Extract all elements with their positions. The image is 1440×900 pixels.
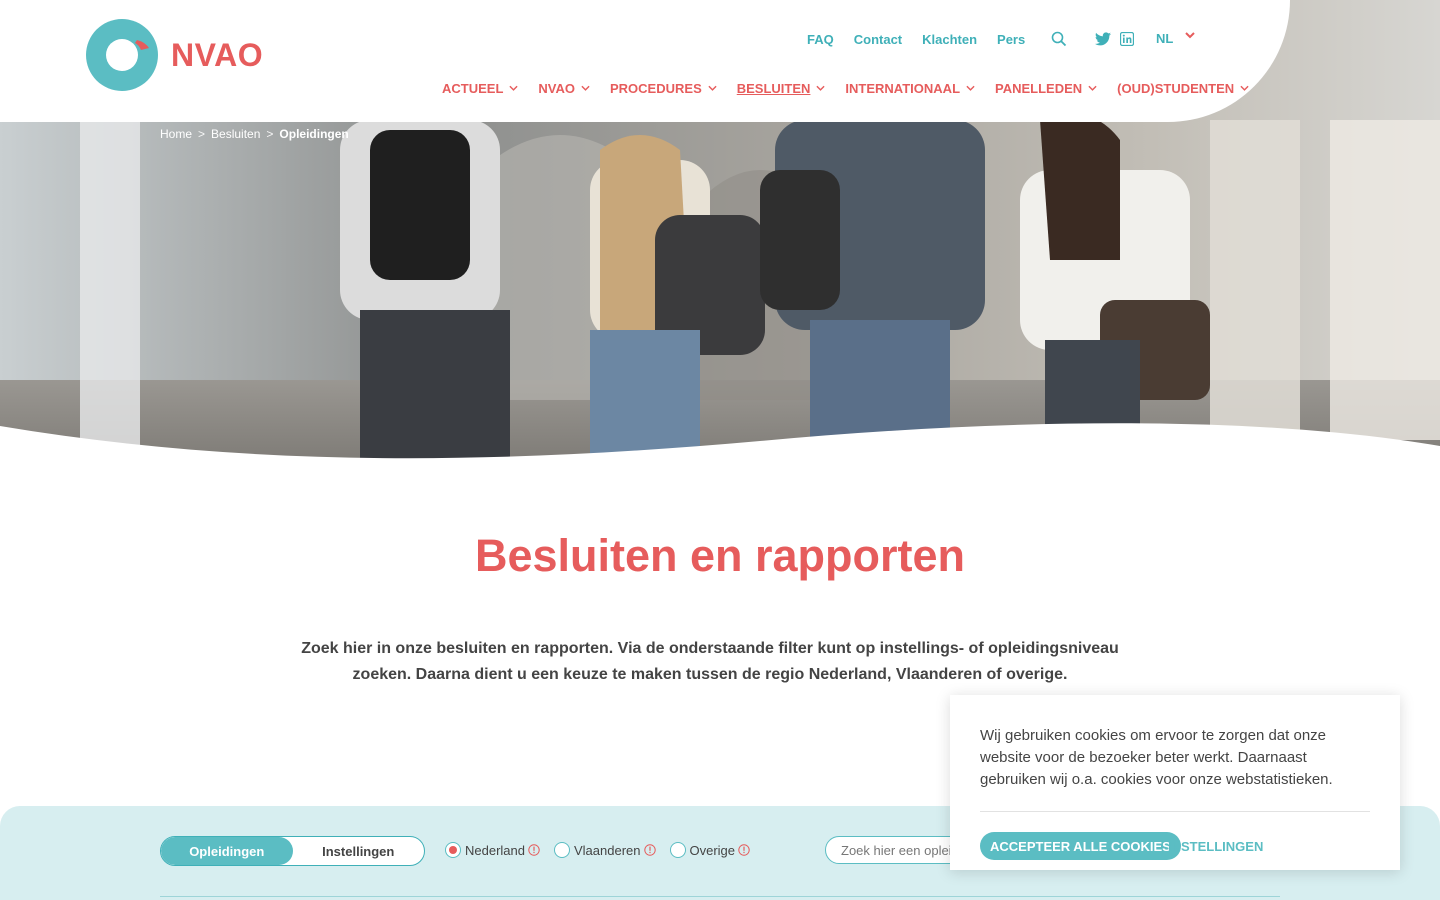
nvao-logo-icon: [86, 19, 158, 91]
divider: [160, 896, 1280, 897]
cookie-text: Wij gebruiken cookies om ervoor te zorge…: [980, 727, 1333, 788]
nav-label: NVAO: [538, 81, 575, 96]
breadcrumb-home[interactable]: Home: [160, 127, 192, 141]
page-title: Besluiten en rapporten: [474, 530, 966, 581]
nav-label: PROCEDURES: [610, 81, 702, 96]
main-navigation: ACTUEEL NVAO PROCEDURES BESLUITEN INTERN…: [442, 81, 1249, 96]
nav-item-internationaal[interactable]: INTERNATIONAAL: [845, 81, 975, 96]
topnav-contact[interactable]: Contact: [854, 32, 902, 47]
nav-item-procedures[interactable]: PROCEDURES: [610, 81, 717, 96]
region-radios: Nederland Vlaanderen Overige: [445, 842, 764, 858]
chevron-down-icon: [1088, 85, 1097, 91]
top-navigation: FAQ Contact Klachten Pers: [807, 30, 1136, 48]
breadcrumb-besluiten[interactable]: Besluiten: [211, 127, 260, 141]
info-icon[interactable]: [738, 844, 750, 856]
chevron-down-icon: [708, 85, 717, 91]
search-icon[interactable]: [1050, 30, 1068, 48]
nav-label: BESLUITEN: [736, 81, 811, 96]
nav-item-nvao[interactable]: NVAO: [538, 81, 590, 96]
logo[interactable]: NVAO: [85, 18, 263, 92]
toggle-instellingen[interactable]: Instellingen: [293, 837, 425, 865]
cookie-banner: Wij gebruiken cookies om ervoor te zorge…: [950, 695, 1400, 870]
radio-label: Nederland: [465, 842, 525, 858]
cookie-settings-link[interactable]: INSTELLINGEN: [1168, 839, 1263, 854]
radio-button[interactable]: [669, 842, 686, 858]
accept-cookies-button[interactable]: ACCEPTEER ALLE COOKIES: [980, 832, 1181, 860]
nav-label: INTERNATIONAAL: [845, 81, 961, 96]
nav-item-oudstudenten[interactable]: (OUD)STUDENTEN: [1117, 81, 1249, 96]
chevron-down-icon: [581, 85, 590, 91]
type-toggle: Opleidingen Instellingen: [160, 836, 425, 866]
breadcrumb: Home > Besluiten > Opleidingen: [160, 127, 349, 141]
radio-overige[interactable]: Overige: [669, 842, 751, 858]
radio-button-selected[interactable]: [445, 842, 461, 858]
chevron-down-icon: [1240, 85, 1249, 91]
language-selector[interactable]: NL: [1156, 30, 1196, 46]
nav-item-panelleden[interactable]: PANELLEDEN: [995, 81, 1097, 96]
hero-wave: [0, 423, 1440, 476]
logo-text: NVAO: [171, 36, 264, 73]
breadcrumb-separator: >: [266, 127, 274, 141]
nav-item-besluiten[interactable]: BESLUITEN: [737, 81, 826, 96]
nav-item-actueel[interactable]: ACTUEEL: [442, 81, 518, 96]
chevron-down-icon: [966, 85, 975, 91]
radio-label: Vlaanderen: [574, 842, 641, 858]
info-icon[interactable]: [528, 844, 540, 856]
radio-button[interactable]: [554, 842, 570, 858]
radio-label: Overige: [689, 842, 736, 858]
divider: [980, 811, 1370, 812]
language-label: NL: [1156, 31, 1174, 46]
toggle-opleidingen[interactable]: Opleidingen: [161, 837, 293, 865]
twitter-icon[interactable]: [1094, 30, 1112, 48]
nav-label: (OUD)STUDENTEN: [1117, 81, 1235, 96]
breadcrumb-current: Opleidingen: [279, 127, 349, 141]
nav-label: PANELLEDEN: [995, 81, 1083, 96]
topnav-faq[interactable]: FAQ: [807, 32, 834, 47]
site-header: NVAO FAQ Contact Klachten Pers NL ACTUEE…: [0, 0, 1440, 122]
chevron-down-icon: [816, 85, 826, 91]
radio-vlaanderen[interactable]: Vlaanderen: [554, 842, 656, 858]
chevron-down-icon: [509, 85, 518, 91]
radio-nederland[interactable]: Nederland: [445, 842, 540, 858]
info-icon[interactable]: [643, 844, 656, 856]
nav-label: ACTUEEL: [442, 81, 504, 96]
topnav-pers[interactable]: Pers: [997, 32, 1025, 47]
linkedin-icon[interactable]: [1118, 30, 1136, 48]
page-intro: Zoek hier in onze besluiten en rapporten…: [301, 640, 1119, 683]
topnav-klachten[interactable]: Klachten: [922, 32, 977, 47]
chevron-down-icon: [1185, 30, 1196, 42]
breadcrumb-separator: >: [198, 127, 206, 141]
